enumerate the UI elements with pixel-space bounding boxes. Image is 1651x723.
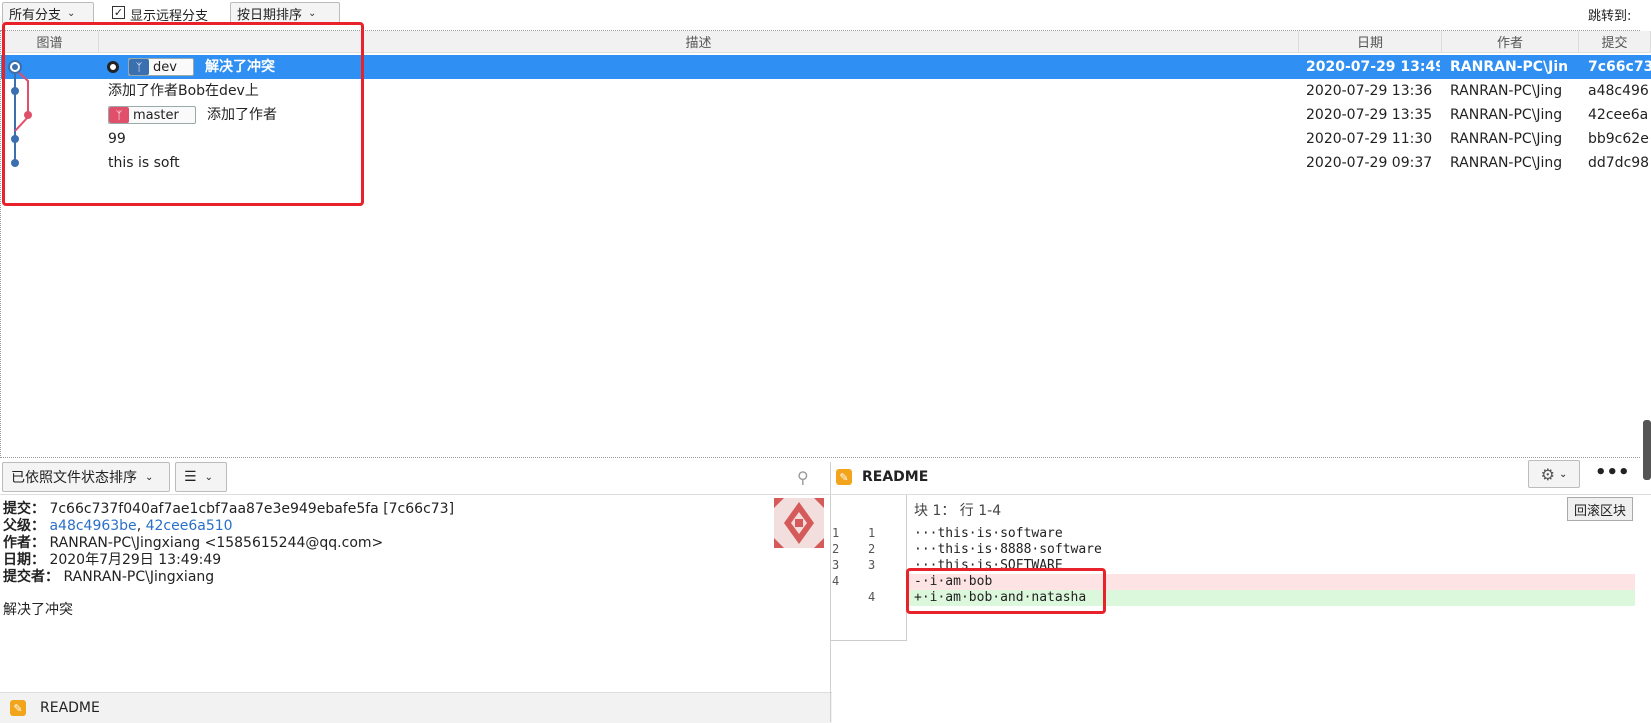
diff-line-added: +·i·am·bob·and·natasha (914, 590, 1087, 605)
sort-order-dropdown[interactable]: 按日期排序 ⌄ (230, 2, 340, 24)
column-header-author-label: 作者 (1496, 36, 1523, 51)
branch-filter-label: 所有分支 (9, 7, 62, 23)
commit-description: 99 (108, 131, 126, 147)
new-line-number: 3 (868, 558, 876, 572)
diff-line: ···this·is·SOFTWARE (914, 558, 1063, 573)
jump-to-label: 跳转到: (1588, 9, 1632, 24)
commit-message: 解决了冲突 (3, 602, 73, 618)
branch-tag-label: master (133, 107, 179, 123)
settings-dropdown[interactable]: ⚙ ⌄ (1528, 460, 1580, 488)
branch-icon: ᛉ (109, 107, 129, 123)
commit-hash: 7c66c73 (1588, 59, 1651, 75)
gear-icon: ⚙ (1540, 464, 1555, 484)
column-header-commit[interactable]: 提交 (1579, 31, 1651, 53)
chevron-down-icon: ⌄ (204, 471, 213, 483)
commit-author: RANRAN-PC\Jing (1450, 131, 1563, 147)
commit-date: 2020-07-29 09:37 (1306, 155, 1433, 171)
column-header-commit-label: 提交 (1601, 36, 1628, 51)
view-mode-dropdown[interactable]: ☰ ⌄ (175, 462, 227, 492)
commit-graph (8, 60, 32, 167)
column-header-graph-label: 图谱 (36, 36, 63, 51)
branch-icon: ᛉ (129, 59, 149, 75)
old-line-number: 4 (832, 574, 840, 588)
commit-row[interactable]: 99 2020-07-29 11:30 RANRAN-PC\Jing bb9c6… (1, 127, 1651, 151)
commit-author: RANRAN-PC\Jing (1450, 155, 1563, 171)
column-header-date[interactable]: 日期 (1299, 31, 1442, 53)
show-remote-checkbox[interactable]: ✓ (112, 6, 125, 19)
branch-tag-label: dev (153, 59, 177, 75)
divider (830, 494, 1651, 495)
commit-description: this is soft (108, 155, 180, 171)
modified-file-icon: ✎ (10, 700, 26, 716)
file-sort-dropdown[interactable]: 已依照文件状态排序 ⌄ (2, 462, 170, 492)
commit-row[interactable]: ᛉ dev 解决了冲突 2020-07-29 13:49 RANRAN-PC\J… (1, 55, 1651, 79)
diff-line-removed-bg (907, 574, 1635, 590)
commit-author: RANRAN-PC\Jing (1450, 107, 1563, 123)
chevron-down-icon: ⌄ (145, 471, 154, 483)
commit-hash: 42cee6a (1588, 107, 1649, 123)
new-line-number: 2 (868, 542, 876, 556)
search-icon[interactable]: ⚲ (797, 468, 809, 487)
file-sort-label: 已依照文件状态排序 (11, 470, 137, 486)
commit-details-panel: 已依照文件状态排序 ⌄ ☰ ⌄ ⚲ 提交： 7c66c737f040af7ae1… (0, 462, 834, 723)
commit-description: 添加了作者Bob在dev上 (108, 83, 259, 99)
commit-date: 2020-07-29 13:35 (1306, 107, 1433, 123)
file-list-item[interactable]: ✎ README (0, 692, 832, 723)
new-line-number: 4 (868, 590, 876, 604)
chevron-down-icon: ⌄ (308, 7, 317, 19)
diff-file-name: README (862, 469, 929, 485)
list-icon: ☰ (184, 469, 197, 485)
diff-line-removed: -·i·am·bob (914, 574, 993, 589)
column-header-graph[interactable]: 图谱 (1, 31, 99, 53)
commit-row[interactable]: ᛉ master 添加了作者 2020-07-29 13:35 RANRAN-P… (1, 103, 1651, 127)
commit-author: RANRAN-PC\Jing (1450, 83, 1563, 99)
modified-file-icon: ✎ (836, 469, 852, 485)
chevron-down-icon: ⌄ (1558, 468, 1568, 480)
show-remote-label: 显示远程分支 (130, 9, 209, 24)
revert-hunk-button[interactable]: 回滚区块 (1567, 497, 1633, 521)
diff-line: ···this·is·8888·software (914, 542, 1102, 557)
head-marker-icon (107, 61, 119, 73)
old-line-number: 3 (832, 558, 840, 572)
diff-line: ···this·is·software (914, 526, 1063, 541)
old-line-number: 1 (832, 526, 840, 540)
commit-hash: dd7dc98 (1588, 155, 1650, 171)
hunk-header: 块 1： 行 1-4 (914, 503, 1002, 519)
commit-date: 2020-07-29 13:36 (1306, 83, 1433, 99)
new-line-number: 1 (868, 526, 876, 540)
old-line-number: 2 (832, 542, 840, 556)
commit-author: RANRAN-PC\Jin (1450, 59, 1569, 75)
branch-tag-dev[interactable]: ᛉ dev (128, 58, 194, 76)
branch-tag-master[interactable]: ᛉ master (108, 106, 196, 124)
toolbar: 所有分支 ⌄ ✓ 显示远程分支 按日期排序 ⌄ 跳转到: (0, 0, 1651, 28)
column-header-author[interactable]: 作者 (1442, 31, 1579, 53)
committer-value: RANRAN-PC\Jingxiang (63, 569, 215, 585)
commit-description: 解决了冲突 (205, 59, 275, 75)
revert-hunk-label: 回滚区块 (1573, 503, 1626, 519)
sort-order-label: 按日期排序 (237, 7, 303, 23)
commit-hash: a48c496 (1588, 83, 1649, 99)
branch-filter-dropdown[interactable]: 所有分支 ⌄ (2, 2, 94, 24)
column-header-date-label: 日期 (1356, 36, 1383, 51)
commit-description: 添加了作者 (207, 107, 277, 123)
commit-date: 2020-07-29 11:30 (1306, 131, 1433, 147)
column-header-description[interactable]: 描述 (99, 31, 1299, 53)
avatar (774, 498, 824, 548)
more-options-icon[interactable]: ••• (1595, 462, 1630, 483)
committer-label: 提交者： (3, 569, 59, 585)
chevron-down-icon: ⌄ (67, 7, 76, 19)
commit-hash: bb9c62e (1588, 131, 1649, 147)
divider (0, 494, 834, 495)
commit-row[interactable]: this is soft 2020-07-29 09:37 RANRAN-PC\… (1, 151, 1651, 175)
commit-row[interactable]: 添加了作者Bob在dev上 2020-07-29 13:36 RANRAN-PC… (1, 79, 1651, 103)
file-name: README (40, 700, 100, 716)
column-header-description-label: 描述 (685, 36, 712, 51)
commit-date: 2020-07-29 13:49 (1306, 59, 1440, 75)
